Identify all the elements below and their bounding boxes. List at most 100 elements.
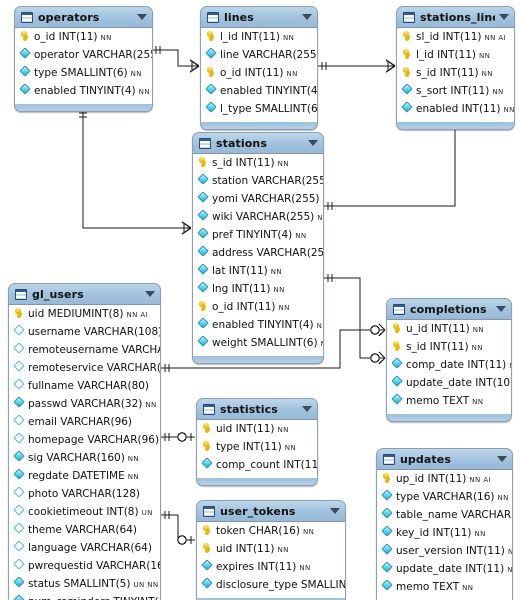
column-name: pwrequestid VARCHAR(16)	[28, 560, 160, 572]
column-row[interactable]: comp_date INT(11)NN	[387, 358, 511, 376]
chevron-down-icon[interactable]	[497, 456, 507, 462]
column-row[interactable]: remoteusername VARCHAR(60)	[9, 343, 160, 361]
column-row[interactable]: homepage VARCHAR(96)	[9, 433, 160, 451]
column-row[interactable]: lng INT(11) NN	[193, 282, 323, 300]
column-row[interactable]: s_id INT(11) NN	[387, 340, 511, 358]
chevron-down-icon[interactable]	[302, 406, 312, 412]
table-header-user_tokens[interactable]: user_tokens	[197, 501, 345, 522]
column-flags: NN	[472, 398, 484, 406]
column-row[interactable]: fullname VARCHAR(80)	[9, 379, 160, 397]
column-row[interactable]: email VARCHAR(96)	[9, 415, 160, 433]
chevron-down-icon[interactable]	[308, 140, 318, 146]
filled-diamond-icon	[13, 595, 25, 600]
table-gl_users[interactable]: gl_usersuid MEDIUMINT(8) NN AI username VA…	[8, 283, 161, 600]
column-row[interactable]: enabled TINYINT(4)NN	[201, 84, 317, 102]
column-row[interactable]: uid MEDIUMINT(8) NN AI	[9, 307, 160, 325]
column-row[interactable]: type INT(11) NN	[197, 440, 317, 458]
column-row[interactable]: comp_count INT(11)NN	[197, 458, 317, 476]
chevron-down-icon[interactable]	[499, 14, 509, 20]
column-row[interactable]: operator VARCHAR(255)NN	[15, 48, 152, 66]
table-footer	[387, 413, 511, 421]
column-row[interactable]: sl_id INT(11) NN AI	[397, 30, 514, 48]
chevron-down-icon[interactable]	[137, 14, 147, 20]
column-row[interactable]: type SMALLINT(6) NN	[15, 66, 152, 84]
column-row[interactable]: language VARCHAR(64)	[9, 541, 160, 559]
column-row[interactable]: yomi VARCHAR(255)NN	[193, 192, 323, 210]
column-row[interactable]: user_version INT(11)NN	[377, 544, 512, 562]
column-row[interactable]: station VARCHAR(255)NN	[193, 174, 323, 192]
column-row[interactable]: o_id INT(11) NN	[201, 66, 317, 84]
table-header-stations[interactable]: stations	[193, 133, 323, 154]
column-row[interactable]: s_id INT(11) NN	[397, 66, 514, 84]
table-header-updates[interactable]: updates	[377, 449, 512, 470]
chevron-down-icon[interactable]	[302, 14, 312, 20]
column-row[interactable]: pref TINYINT(4) NN	[193, 228, 323, 246]
column-row[interactable]: pwrequestid VARCHAR(16)	[9, 559, 160, 577]
column-name: sl_id INT(11)	[416, 31, 482, 43]
column-row[interactable]: theme VARCHAR(64)	[9, 523, 160, 541]
column-row[interactable]: memo TEXT NN	[387, 394, 511, 412]
table-completions[interactable]: completions u_id INT(11) NN s_id INT(11) NN c…	[386, 298, 512, 422]
table-statistics[interactable]: statistics uid INT(11) NN type INT(11) NN com…	[196, 398, 318, 486]
column-row[interactable]: status SMALLINT(5) UN NN	[9, 577, 160, 595]
column-row[interactable]: update_date INT(10)UN NN	[387, 376, 511, 394]
table-header-gl_users[interactable]: gl_users	[9, 284, 160, 305]
chevron-down-icon[interactable]	[330, 508, 340, 514]
column-flags: NN	[317, 214, 323, 222]
filled-diamond-icon	[201, 578, 213, 589]
column-row[interactable]: table_name VARCHAR(16)NN	[377, 508, 512, 526]
column-row[interactable]: enabled TINYINT(4)NN	[193, 318, 323, 336]
column-row[interactable]: u_id INT(11) NN	[387, 322, 511, 340]
column-row[interactable]: type VARCHAR(16) NN	[377, 490, 512, 508]
column-row[interactable]: l_type SMALLINT(6)NN	[201, 102, 317, 120]
column-row[interactable]: o_id INT(11) NN	[193, 300, 323, 318]
column-row[interactable]: sig VARCHAR(160) NN	[9, 451, 160, 469]
column-row[interactable]: expires INT(11) NN	[197, 560, 345, 578]
table-header-operators[interactable]: operators	[15, 7, 152, 28]
column-row[interactable]: s_id INT(11) NN	[193, 156, 323, 174]
table-updates[interactable]: updates up_id INT(11) NN AI type VARCHAR(16…	[376, 448, 513, 600]
table-lines[interactable]: lines l_id INT(11)NNline VARCHAR(255)NNo_…	[200, 6, 318, 130]
column-row[interactable]: address VARCHAR(255)NN	[193, 246, 323, 264]
table-stations_lines[interactable]: stations_lines sl_id INT(11)NN AIl_id INT…	[396, 6, 515, 130]
table-header-stations_lines[interactable]: stations_lines	[397, 7, 514, 28]
column-row[interactable]: uid INT(11) NN	[197, 422, 317, 440]
column-row[interactable]: update_date INT(11)NN	[377, 562, 512, 580]
table-header-statistics[interactable]: statistics	[197, 399, 317, 420]
column-row[interactable]: cookietimeout INT(8) UN	[9, 505, 160, 523]
table-stations[interactable]: stations s_id INT(11) NN station VARCHAR(25…	[192, 132, 324, 364]
column-row[interactable]: photo VARCHAR(128)	[9, 487, 160, 505]
chevron-down-icon[interactable]	[145, 291, 155, 297]
column-row[interactable]: username VARCHAR(108)	[9, 325, 160, 343]
table-operators[interactable]: operators o_id INT(11) NN operator VARCHAR(…	[14, 6, 153, 112]
column-row[interactable]: key_id INT(11) NN	[377, 526, 512, 544]
filled-diamond-icon	[381, 508, 393, 519]
column-row[interactable]: regdate DATETIME NN	[9, 469, 160, 487]
column-flags: NN	[295, 232, 307, 240]
column-row[interactable]: disclosure_type SMALLINT(6)NN	[197, 578, 345, 596]
column-row[interactable]: o_id INT(11) NN	[15, 30, 152, 48]
column-row[interactable]: lat INT(11) NN	[193, 264, 323, 282]
er-diagram-canvas: operators o_id INT(11) NN operator VARCHAR(…	[0, 0, 520, 600]
column-flags: UN	[141, 509, 153, 517]
column-row[interactable]: up_id INT(11) NN AI	[377, 472, 512, 490]
column-row[interactable]: s_sort INT(11) NN	[397, 84, 514, 102]
column-row[interactable]: enabled INT(11) NN	[397, 102, 514, 120]
column-row[interactable]: wiki VARCHAR(255)NN	[193, 210, 323, 228]
filled-diamond-icon	[401, 102, 413, 113]
column-row[interactable]: l_id INT(11) NN	[397, 48, 514, 66]
table-user_tokens[interactable]: user_tokenstoken CHAR(16) NN uid INT(11) NN…	[196, 500, 346, 600]
column-row[interactable]: memo TEXT NN	[377, 580, 512, 598]
column-row[interactable]: enabled TINYINT(4)NN	[15, 84, 152, 102]
column-row[interactable]: weight SMALLINT(6)NN	[193, 336, 323, 354]
column-row[interactable]: num_reminders TINYINT(1)NN	[9, 595, 160, 600]
column-row[interactable]: uid INT(11) NN	[197, 542, 345, 560]
table-header-completions[interactable]: completions	[387, 299, 511, 320]
column-row[interactable]: line VARCHAR(255)NN	[201, 48, 317, 66]
chevron-down-icon[interactable]	[496, 306, 506, 312]
table-header-lines[interactable]: lines	[201, 7, 317, 28]
column-row[interactable]: token CHAR(16) NN	[197, 524, 345, 542]
column-row[interactable]: l_id INT(11) NN	[201, 30, 317, 48]
column-row[interactable]: passwd VARCHAR(32) NN	[9, 397, 160, 415]
column-row[interactable]: remoteservice VARCHAR(60)	[9, 361, 160, 379]
